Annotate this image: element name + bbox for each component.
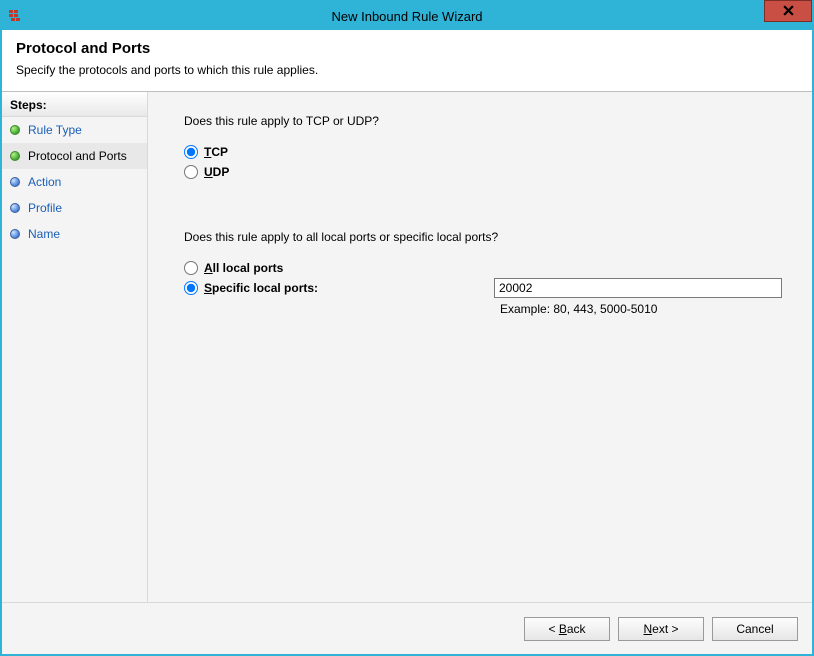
radio-tcp[interactable] <box>184 145 198 159</box>
step-bullet-icon <box>10 229 20 239</box>
wizard-footer: < Back Next > Cancel <box>2 602 812 654</box>
close-icon <box>783 4 794 19</box>
wizard-window: New Inbound Rule Wizard Protocol and Por… <box>0 0 814 656</box>
wizard-content: Does this rule apply to TCP or UDP? TCP … <box>148 92 812 602</box>
radio-specific-ports-label[interactable]: Specific local ports: <box>204 281 318 295</box>
radio-all-ports-label[interactable]: All local ports <box>204 261 283 275</box>
step-profile[interactable]: Profile <box>2 195 147 221</box>
step-name[interactable]: Name <box>2 221 147 247</box>
step-bullet-icon <box>10 177 20 187</box>
wizard-body: Steps: Rule Type Protocol and Ports Acti… <box>2 92 812 602</box>
step-link[interactable]: Name <box>28 227 60 241</box>
radio-udp-label[interactable]: UDP <box>204 165 229 179</box>
close-button[interactable] <box>764 0 812 22</box>
question-ports: Does this rule apply to all local ports … <box>184 230 782 244</box>
radio-row-tcp: TCP <box>184 142 782 162</box>
back-button[interactable]: < Back <box>524 617 610 641</box>
step-link[interactable]: Profile <box>28 201 62 215</box>
radio-row-all-ports: All local ports <box>184 258 782 278</box>
page-subtitle: Specify the protocols and ports to which… <box>16 63 798 77</box>
step-rule-type[interactable]: Rule Type <box>2 117 147 143</box>
ports-example-text: Example: 80, 443, 5000-5010 <box>500 302 782 316</box>
radio-row-specific-ports: Specific local ports: <box>184 278 782 298</box>
steps-sidebar: Steps: Rule Type Protocol and Ports Acti… <box>2 92 148 602</box>
radio-specific-ports[interactable] <box>184 281 198 295</box>
cancel-button[interactable]: Cancel <box>712 617 798 641</box>
next-button[interactable]: Next > <box>618 617 704 641</box>
step-label: Protocol and Ports <box>28 149 127 163</box>
radio-udp[interactable] <box>184 165 198 179</box>
step-bullet-icon <box>10 125 20 135</box>
step-link[interactable]: Rule Type <box>28 123 82 137</box>
radio-tcp-label[interactable]: TCP <box>204 145 228 159</box>
firewall-icon <box>8 8 24 24</box>
step-action[interactable]: Action <box>2 169 147 195</box>
specific-ports-input[interactable] <box>494 278 782 298</box>
question-protocol: Does this rule apply to TCP or UDP? <box>184 114 782 128</box>
steps-heading: Steps: <box>2 92 147 117</box>
radio-row-udp: UDP <box>184 162 782 182</box>
titlebar: New Inbound Rule Wizard <box>2 2 812 30</box>
page-title: Protocol and Ports <box>16 40 798 57</box>
step-bullet-icon <box>10 151 20 161</box>
step-link[interactable]: Action <box>28 175 61 189</box>
radio-all-ports[interactable] <box>184 261 198 275</box>
step-protocol-and-ports[interactable]: Protocol and Ports <box>2 143 147 169</box>
window-title: New Inbound Rule Wizard <box>2 9 812 24</box>
wizard-header: Protocol and Ports Specify the protocols… <box>2 30 812 92</box>
step-bullet-icon <box>10 203 20 213</box>
